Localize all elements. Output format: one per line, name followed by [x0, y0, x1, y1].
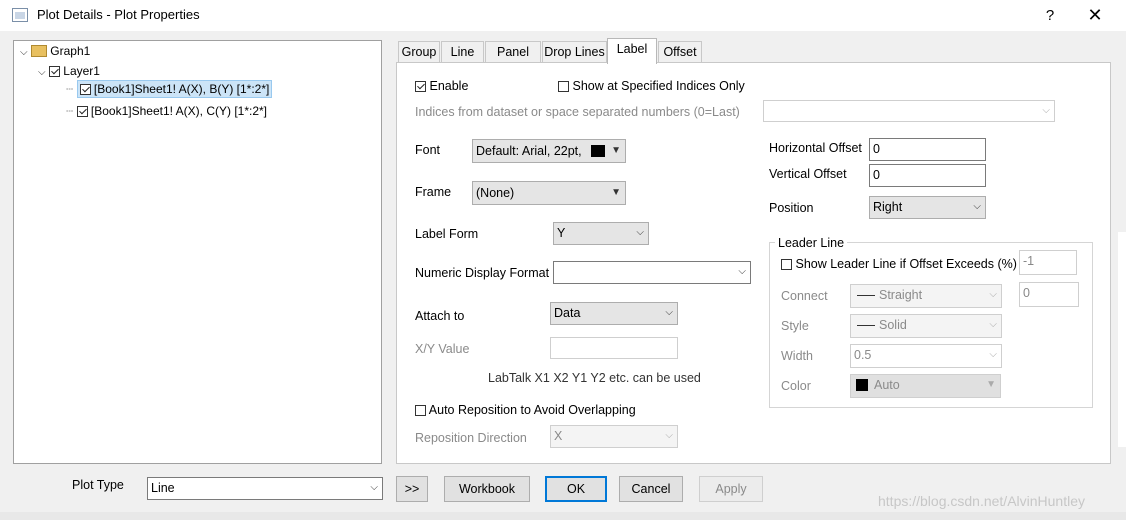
chevron-down-icon[interactable]: ⌵: [20, 47, 28, 58]
label-form-combo[interactable]: Y ⌵: [553, 222, 649, 245]
expand-button[interactable]: >>: [396, 476, 428, 502]
tab-panel[interactable]: Panel: [485, 41, 541, 63]
tree-connector: ┄: [66, 82, 74, 96]
width-value: 0.5: [854, 348, 872, 362]
plot-tree[interactable]: ⌵ Graph1 ⌵ Layer1 ┄ [Book1]Sheet1! A(X),…: [13, 40, 382, 464]
position-label: Position: [769, 201, 814, 215]
auto-reposition-row[interactable]: Auto Reposition to Avoid Overlapping: [415, 403, 636, 417]
plot-checkbox[interactable]: [79, 84, 91, 95]
leader-exceeds-input: -1: [1019, 250, 1077, 275]
tree-plot-label: [Book1]Sheet1! A(X), B(Y) [1*:2*]: [93, 82, 270, 96]
color-combo: Auto ▼: [850, 374, 1001, 398]
connect-value: Straight: [879, 288, 923, 302]
plot-type-value: Line: [151, 481, 175, 495]
enable-checkbox-row[interactable]: Enable: [415, 79, 468, 93]
enable-checkbox[interactable]: [415, 81, 426, 92]
horizontal-offset-label: Horizontal Offset: [769, 141, 862, 155]
plot-checkbox[interactable]: [76, 106, 88, 117]
font-value: Default: Arial, 22pt,: [476, 144, 582, 158]
numeric-format-combo[interactable]: ⌵: [553, 261, 751, 284]
indices-combo: ⌵: [763, 100, 1055, 122]
apply-button[interactable]: Apply: [699, 476, 763, 502]
style-label: Style: [781, 319, 809, 333]
tree-plot-label: [Book1]Sheet1! A(X), C(Y) [1*:2*]: [90, 104, 268, 118]
font-label: Font: [415, 143, 441, 157]
close-icon[interactable]: ✕: [1080, 3, 1110, 27]
font-combo[interactable]: Default: Arial, 22pt, ▼: [472, 139, 626, 163]
labtalk-hint: LabTalk X1 X2 Y1 Y2 etc. can be used: [488, 371, 701, 385]
attach-to-value: Data: [554, 306, 581, 320]
tab-offset[interactable]: Offset: [658, 41, 702, 63]
enable-label: Enable: [429, 79, 469, 93]
style-value: Solid: [879, 318, 907, 332]
color-swatch: [856, 379, 868, 391]
folder-icon: [30, 45, 47, 57]
xy-value-label: X/Y Value: [415, 342, 470, 356]
ok-button[interactable]: OK: [545, 476, 607, 502]
tab-group[interactable]: Group: [398, 41, 440, 63]
auto-reposition-label: Auto Reposition to Avoid Overlapping: [428, 403, 636, 417]
horizontal-offset-input[interactable]: 0: [869, 138, 986, 161]
app-window-icon: [12, 8, 28, 22]
show-leader-row[interactable]: Show Leader Line if Offset Exceeds (%): [781, 257, 1017, 271]
position-value: Right: [873, 200, 903, 214]
tree-node-plot[interactable]: ┄ [Book1]Sheet1! A(X), C(Y) [1*:2*]: [66, 104, 267, 118]
watermark: https://blog.csdn.net/AlvinHuntley: [878, 493, 1086, 509]
connect-label: Connect: [781, 289, 828, 303]
plot-type-combo[interactable]: Line ⌵: [147, 477, 383, 500]
vertical-offset-label: Vertical Offset: [769, 167, 847, 181]
indices-hint: Indices from dataset or space separated …: [415, 105, 740, 119]
color-label: Color: [781, 379, 811, 393]
vertical-offset-input[interactable]: 0: [869, 164, 986, 187]
background-window-strip: [1118, 232, 1126, 447]
line-sample-icon: [857, 295, 875, 296]
frame-combo[interactable]: (None) ▼: [472, 181, 626, 205]
reposition-direction-value: X: [554, 429, 563, 443]
tab-line[interactable]: Line: [441, 41, 484, 63]
position-combo[interactable]: Right ⌵: [869, 196, 986, 219]
tab-label[interactable]: Label: [607, 38, 657, 64]
show-leader-label: Show Leader Line if Offset Exceeds (%): [795, 257, 1017, 271]
xy-value-input: [550, 337, 678, 359]
auto-reposition-checkbox[interactable]: [415, 405, 426, 416]
color-value: Auto: [874, 378, 900, 392]
tree-selected-item[interactable]: [Book1]Sheet1! A(X), B(Y) [1*:2*]: [76, 80, 273, 98]
frame-label: Frame: [415, 185, 452, 199]
leader-line-title: Leader Line: [775, 236, 848, 250]
reposition-direction-label: Reposition Direction: [415, 431, 527, 445]
label-form-value: Y: [557, 226, 566, 240]
tree-node-graph[interactable]: ⌵ Graph1: [20, 44, 90, 58]
tree-layer-label: Layer1: [63, 64, 100, 78]
show-specified-row[interactable]: Show at Specified Indices Only: [558, 79, 745, 93]
reposition-direction-combo: X ⌵: [550, 425, 678, 448]
style-combo: Solid ⌵: [850, 314, 1002, 338]
label-form-label: Label Form: [415, 227, 479, 241]
frame-value: (None): [476, 186, 515, 200]
attach-to-label: Attach to: [415, 309, 465, 323]
connect-combo: Straight ⌵: [850, 284, 1002, 308]
tree-graph-label: Graph1: [50, 44, 91, 58]
workbook-button[interactable]: Workbook: [444, 476, 530, 502]
tree-node-plot[interactable]: ┄ [Book1]Sheet1! A(X), B(Y) [1*:2*]: [66, 80, 273, 98]
layer-checkbox[interactable]: [48, 66, 60, 77]
background-window-bottom: [0, 512, 1126, 520]
tab-drop-lines[interactable]: Drop Lines: [542, 41, 607, 63]
line-sample-icon: [857, 325, 875, 326]
show-specified-checkbox[interactable]: [558, 81, 569, 92]
leader-gap-input: 0: [1019, 282, 1079, 307]
tree-node-layer[interactable]: ⌵ Layer1: [38, 64, 100, 78]
show-specified-label: Show at Specified Indices Only: [572, 79, 745, 93]
cancel-button[interactable]: Cancel: [619, 476, 683, 502]
font-color-swatch: [591, 145, 606, 157]
attach-to-combo[interactable]: Data ⌵: [550, 302, 678, 325]
width-combo: 0.5 ⌵: [850, 344, 1002, 368]
width-label: Width: [781, 349, 813, 363]
show-leader-checkbox[interactable]: [781, 259, 792, 270]
chevron-down-icon[interactable]: ⌵: [38, 67, 46, 78]
plot-type-label: Plot Type: [72, 478, 124, 492]
numeric-format-label: Numeric Display Format: [415, 266, 550, 280]
tree-connector: ┄: [66, 104, 74, 118]
help-button[interactable]: ?: [1036, 5, 1064, 27]
window-title: Plot Details - Plot Properties: [37, 7, 200, 22]
